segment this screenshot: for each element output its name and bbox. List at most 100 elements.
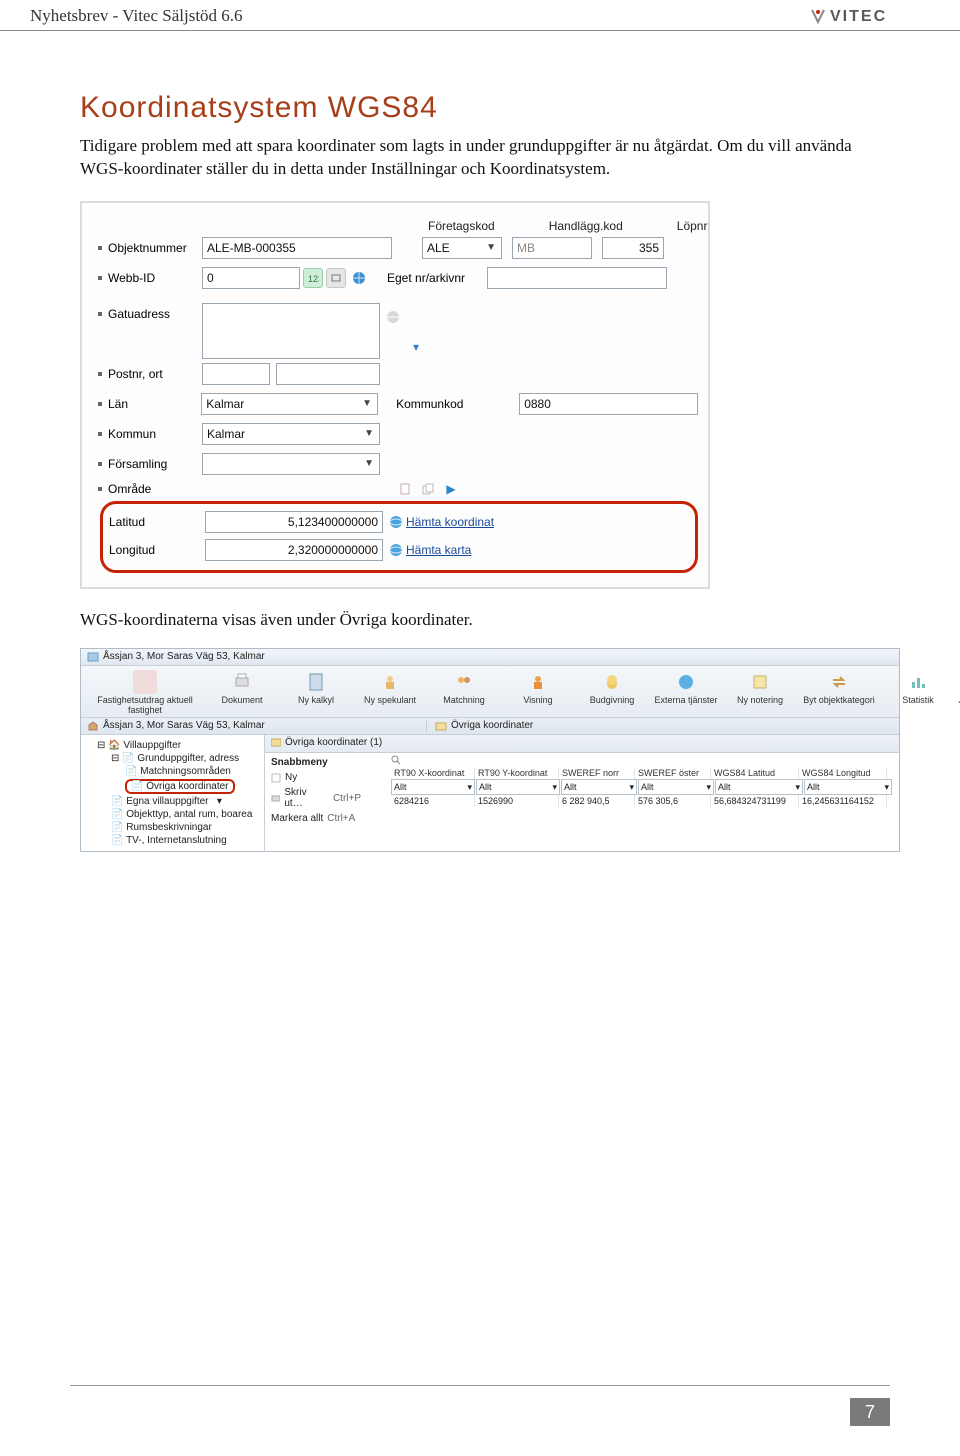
label-handlaggkod: Handlägg.kod [549,219,623,233]
tree-egna[interactable]: 📄 Egna villauppgifter ▾ [85,795,260,808]
people-icon [454,672,474,692]
input-gatuadress[interactable] [202,303,380,359]
snabbmeny-markera[interactable]: Markera allt Ctrl+A [271,811,361,826]
input-latitud[interactable]: 5,123400000000 [205,511,383,533]
ribbon-nynotering[interactable]: Ny notering [723,670,797,715]
input-longitud[interactable]: 2,320000000000 [205,539,383,561]
tree-objekttyp[interactable]: 📄 Objekttyp, antal rum, boarea [85,808,260,821]
label-latitud: Latitud [105,515,205,529]
filter-2[interactable]: Allt▾ [476,779,560,795]
archive-icon[interactable] [326,268,346,288]
logo-text: VITEC [830,7,920,25]
logo-mark-icon [810,8,826,24]
filter-6[interactable]: Allt▾ [804,779,892,795]
search-icon[interactable] [391,755,401,765]
grid-data-row[interactable]: 6284216 1526990 6 282 940,5 576 305,6 56… [391,795,893,807]
input-ort[interactable] [276,363,380,385]
label-lopnr: Löpnr [677,219,708,233]
label-lan: Län [92,397,201,411]
vitec-logo: VITEC [810,7,920,25]
input-handlaggkod[interactable]: MB [512,237,592,259]
input-lopnr[interactable]: 355 [602,237,664,259]
dropdown-forsamling[interactable]: ▼ [202,453,380,475]
ribbon-dokument[interactable]: Dokument [205,670,279,715]
expand-down-icon[interactable]: ▾ [406,337,426,357]
document-body: Koordinatsystem WGS84 Tidigare problem m… [0,31,960,872]
ribbon-budgivning[interactable]: Budgivning [575,670,649,715]
chevron-down-icon: ▼ [361,458,377,469]
col-wgslat[interactable]: WGS84 Latitud [711,767,799,779]
tree-villauppgifter[interactable]: ⊟ 🏠 Villauppgifter [85,739,260,752]
coord-grid: RT90 X-koordinat RT90 Y-koordinat SWEREF… [391,755,893,807]
ribbon-statistik[interactable]: Statistik [881,670,955,715]
col-wgslon[interactable]: WGS84 Longitud [799,767,887,779]
ribbon-externa[interactable]: Externa tjänster [649,670,723,715]
ribbon-toolbar: Fastighetsutdrag aktuell fastighet Dokum… [81,666,899,718]
form-screenshot: Företagskod Handlägg.kod Löpnr Objektnum… [80,201,710,589]
col-rt90x[interactable]: RT90 X-koordinat [391,767,475,779]
document-header: Nyhetsbrev - Vitec Säljstöd 6.6 VITEC [0,0,960,31]
ribbon-fastighetsutdrag[interactable]: Fastighetsutdrag aktuell fastighet [85,670,205,715]
dropdown-kommun[interactable]: Kalmar▼ [202,423,380,445]
globe-icon[interactable] [383,307,403,327]
tree-rumsbeskr[interactable]: 📄 Rumsbeskrivningar [85,821,260,834]
page-icon[interactable] [395,479,415,499]
chevron-down-icon: ▼ [359,398,375,409]
link-hamta-koordinat[interactable]: Hämta koordinat [406,515,494,529]
tree-ovrigakoord[interactable]: 📄 Övriga koordinater [85,778,260,795]
coordinate-highlight-box: Latitud 5,123400000000 Hämta koordinat L… [100,501,698,573]
dropdown-lan[interactable]: Kalmar▼ [201,393,378,415]
new-icon [271,773,281,783]
breadcrumb-pane: Övriga koordinater [451,720,533,731]
globe-icon[interactable] [386,540,406,560]
folder-icon [271,737,281,747]
pane-header: Övriga koordinater (1) [265,735,899,754]
globe-icon[interactable] [349,268,369,288]
filter-3[interactable]: Allt▾ [561,779,637,795]
input-webbid[interactable]: 0 [202,267,300,289]
input-kommunkod[interactable]: 0880 [519,393,698,415]
tree-matchning[interactable]: 📄 Matchningsområden [85,765,260,778]
input-objektnummer[interactable]: ALE-MB-000355 [202,237,392,259]
ribbon-visning[interactable]: Visning [501,670,575,715]
number-icon[interactable]: 123 [303,268,323,288]
swap-icon [829,672,849,692]
snabbmeny-skrivut[interactable]: Skriv ut…Ctrl+P [271,785,361,811]
link-hamta-karta[interactable]: Hämta karta [406,543,471,557]
app-titlebar: Åssjan 3, Mor Saras Väg 53, Kalmar [81,649,899,666]
col-rt90y: RT90 Y-koordinat [475,767,559,779]
filter-5[interactable]: Allt▾ [715,779,803,795]
ribbon-journal[interactable]: Journal Mäklarlagen [955,670,960,715]
breadcrumb-text: Åssjan 3, Mor Saras Väg 53, Kalmar [103,720,265,731]
app-title-text: Åssjan 3, Mor Saras Väg 53, Kalmar [103,651,265,662]
right-pane: Övriga koordinater (1) Snabbmeny Ny Skri… [265,735,899,851]
filter-1[interactable]: Allt▾ [391,779,475,795]
play-icon[interactable]: ▶ [441,479,461,499]
tree-tvinternet[interactable]: 📄 TV-, Internetanslutning [85,834,260,847]
label-webbid: Webb-ID [92,271,202,285]
filter-4[interactable]: Allt▾ [638,779,714,795]
calculator-icon [306,672,326,692]
ribbon-bytkategori[interactable]: Byt objektkategori [797,670,881,715]
tree-grunduppgifter[interactable]: ⊟ 📄 Grunduppgifter, adress [85,752,260,765]
ribbon-nykalkyl[interactable]: Ny kalkyl [279,670,353,715]
ribbon-nyspekulant[interactable]: Ny spekulant [353,670,427,715]
header-title: Nyhetsbrev - Vitec Säljstöd 6.6 [30,6,243,26]
label-egetnr: Eget nr/arkivnr [387,271,487,285]
ribbon-matchning[interactable]: Matchning [427,670,501,715]
globe-icon[interactable] [386,512,406,532]
input-egetnr[interactable] [487,267,667,289]
page-footer: 7 [850,1398,890,1426]
input-postnr[interactable] [202,363,270,385]
col-swerefo[interactable]: SWEREF öster [635,767,711,779]
printer-icon [232,672,252,692]
snabbmeny-ny[interactable]: Ny [271,770,361,785]
copy-icon[interactable] [418,479,438,499]
window-icon [87,651,99,663]
nav-tree: ⊟ 🏠 Villauppgifter ⊟ 📄 Grunduppgifter, a… [81,735,265,851]
col-swerefn[interactable]: SWEREF norr [559,767,635,779]
dropdown-foretagskod[interactable]: ALE▼ [422,237,502,259]
page-title: Koordinatsystem WGS84 [80,91,880,125]
grid-filter-row: Allt▾ Allt▾ Allt▾ Allt▾ Allt▾ Allt▾ [391,779,893,795]
print-icon [271,793,280,803]
